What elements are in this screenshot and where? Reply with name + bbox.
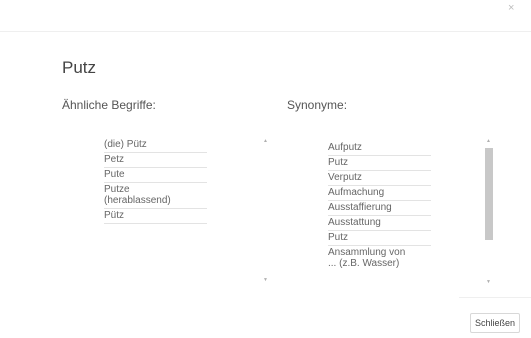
list-item[interactable]: Putz: [328, 231, 431, 246]
similar-terms-list: (die) Pütz Petz Pute Putze (herablassend…: [104, 138, 207, 224]
dialog-title: Putz: [62, 58, 97, 77]
list-item[interactable]: Verputz: [328, 171, 431, 186]
list-item[interactable]: Aufputz: [328, 141, 431, 156]
list-item[interactable]: Ausstattung: [328, 216, 431, 231]
list-item[interactable]: (die) Pütz: [104, 138, 207, 153]
list-item[interactable]: Pütz: [104, 209, 207, 224]
similar-terms-scrollbar[interactable]: ▲ ▼: [262, 138, 270, 283]
triangle-down-icon[interactable]: ▼: [263, 277, 268, 283]
list-item[interactable]: Ausstaffierung: [328, 201, 431, 216]
close-button[interactable]: Schließen: [470, 313, 520, 333]
list-item[interactable]: Putz: [328, 156, 431, 171]
list-item[interactable]: Aufmachung: [328, 186, 431, 201]
list-item[interactable]: Ansammlung von ... (z.B. Wasser): [328, 246, 431, 271]
footer-divider: [459, 297, 531, 298]
similar-terms-heading: Ähnliche Begriffe:: [62, 98, 156, 112]
list-item[interactable]: Petz: [104, 153, 207, 168]
triangle-up-icon[interactable]: ▲: [263, 138, 268, 144]
synonyms-scrollbar[interactable]: ▲ ▼: [484, 138, 494, 288]
close-icon[interactable]: ×: [508, 2, 514, 14]
header-divider: [0, 31, 531, 32]
triangle-up-icon[interactable]: ▲: [486, 138, 491, 144]
synonyms-heading: Synonyme:: [287, 98, 348, 112]
triangle-down-icon[interactable]: ▼: [486, 279, 491, 285]
synonyms-list: Aufputz Putz Verputz Aufmachung Ausstaff…: [328, 141, 431, 271]
list-item[interactable]: Pute: [104, 168, 207, 183]
list-item[interactable]: Putze (herablassend): [104, 183, 207, 209]
scrollbar-thumb[interactable]: [485, 148, 493, 240]
